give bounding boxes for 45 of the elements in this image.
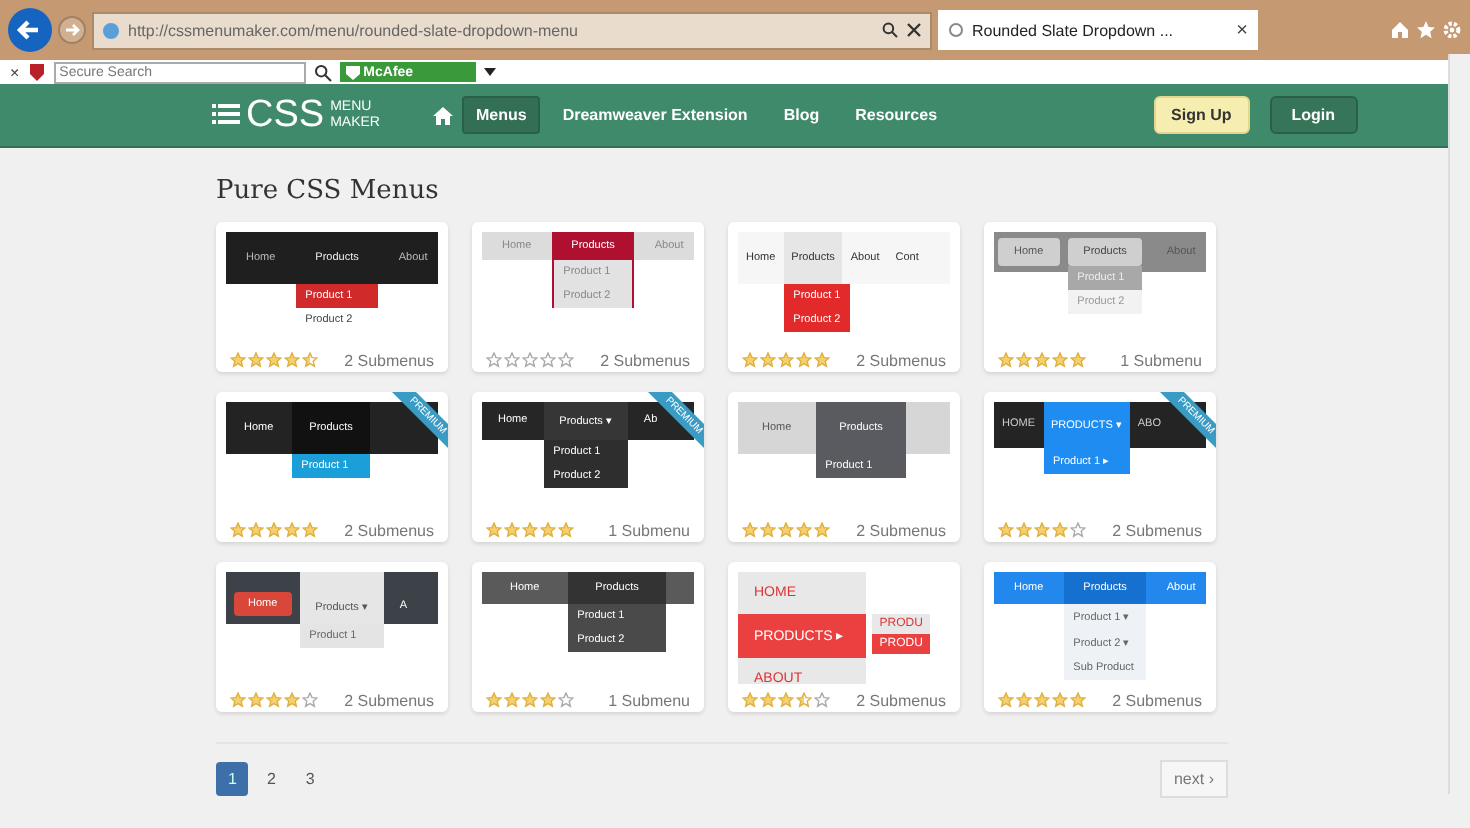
- submenu-count: 2 Submenus: [856, 351, 946, 369]
- list-icon: [212, 102, 240, 128]
- home-icon[interactable]: [431, 105, 454, 125]
- url-text: http://cssmenumaker.com/menu/rounded-slate-dropdown-menu: [128, 21, 580, 39]
- submenu-count: 2 Submenus: [1112, 691, 1202, 709]
- shield-icon: [345, 65, 360, 79]
- loading-icon: [948, 22, 964, 38]
- shield-icon: [27, 62, 46, 82]
- logo-text: CSS: [246, 93, 325, 137]
- submenu-count: 2 Submenus: [856, 691, 946, 709]
- close-button[interactable]: ×: [10, 63, 20, 81]
- nav-link[interactable]: Blog: [769, 96, 834, 134]
- nav-link[interactable]: Resources: [841, 96, 952, 134]
- caret-icon[interactable]: [483, 68, 496, 76]
- back-icon[interactable]: [8, 8, 52, 52]
- home-icon[interactable]: [1390, 20, 1410, 40]
- submenu-count: 2 Submenus: [344, 691, 434, 709]
- page-button[interactable]: 3: [293, 762, 327, 796]
- settings-icon[interactable]: [1442, 20, 1462, 40]
- nav-link[interactable]: Dreamweaver Extension: [548, 96, 762, 134]
- star-icon[interactable]: [1416, 20, 1436, 40]
- sign-up-button[interactable]: Sign Up: [1153, 96, 1250, 134]
- nav-link[interactable]: Menus: [461, 96, 541, 134]
- submenu-count: 1 Submenu: [608, 521, 690, 539]
- submenu-count: 2 Submenus: [856, 521, 946, 539]
- page-button[interactable]: 2: [254, 762, 288, 796]
- submenu-count: 2 Submenus: [344, 521, 434, 539]
- submenu-count: 2 Submenus: [344, 351, 434, 369]
- submenu-count: 2 Submenus: [1112, 521, 1202, 539]
- submenu-count: 2 Submenus: [600, 351, 690, 369]
- submenu-count: 1 Submenu: [1120, 351, 1202, 369]
- tab-close-button[interactable]: ×: [1236, 19, 1248, 41]
- section-title: Pure CSS Menus: [216, 176, 441, 206]
- search-icon[interactable]: [882, 22, 898, 38]
- next-button[interactable]: next ›: [1159, 760, 1228, 798]
- page-button[interactable]: 1: [216, 762, 249, 796]
- scrollbar[interactable]: [1448, 54, 1470, 794]
- browser-tab[interactable]: Rounded Slate Dropdown ... ×: [938, 10, 1258, 50]
- submenu-count: 1 Submenu: [608, 691, 690, 709]
- search-icon[interactable]: [313, 63, 332, 81]
- forward-icon[interactable]: [58, 16, 86, 44]
- address-bar[interactable]: http://cssmenumaker.com/menu/rounded-slate-dropdown-menu: [92, 11, 932, 49]
- tab-title: Rounded Slate Dropdown ...: [972, 21, 1176, 39]
- close-icon[interactable]: [906, 22, 922, 38]
- login-button[interactable]: Login: [1269, 96, 1358, 134]
